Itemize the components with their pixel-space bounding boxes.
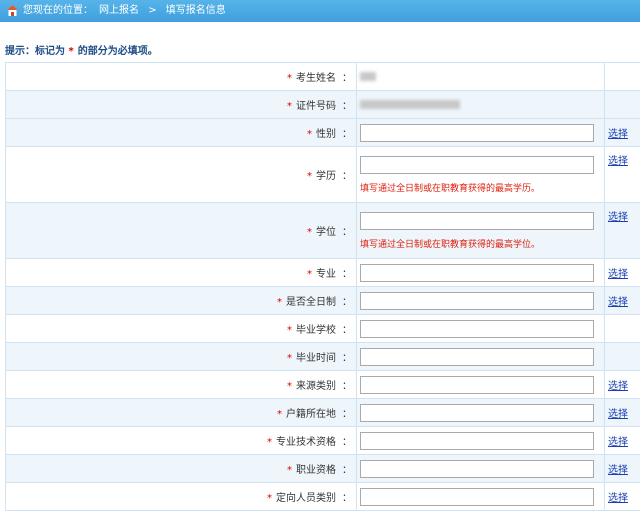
- row-education: * 学历 ： 填写通过全日制或在职教育获得的最高学历。 选择: [6, 147, 640, 203]
- field-label-name: 考生姓名: [296, 73, 336, 84]
- location-bar: 您现在的位置： 网上报名 > 填写报名信息: [0, 0, 640, 22]
- row-degree: * 学位 ： 填写通过全日制或在职教育获得的最高学位。 选择: [6, 203, 640, 259]
- tech-title-choose-link[interactable]: 选择: [608, 437, 628, 448]
- gender-choose-link[interactable]: 选择: [608, 129, 628, 140]
- vocational-input[interactable]: [360, 460, 594, 478]
- row-id-number: * 证件号码 ：: [6, 91, 640, 119]
- row-school: * 毕业学校 ：: [6, 315, 640, 343]
- full-time-choose-link[interactable]: 选择: [608, 297, 628, 308]
- field-label-major: 专业: [316, 269, 336, 280]
- breadcrumb-prefix: 您现在的位置：: [23, 5, 93, 16]
- field-label-source: 来源类别: [296, 381, 336, 392]
- breadcrumb-level2: 填写报名信息: [166, 5, 226, 16]
- grad-time-input[interactable]: [360, 348, 594, 366]
- required-mark: *: [277, 297, 282, 308]
- value-cell: [357, 91, 605, 119]
- hint-star: *: [68, 46, 73, 57]
- home-icon: [6, 4, 19, 17]
- source-choose-link[interactable]: 选择: [608, 381, 628, 392]
- colon: ：: [342, 353, 352, 364]
- value-cell: [357, 63, 605, 91]
- colon: ：: [342, 409, 352, 420]
- targeted-choose-link[interactable]: 选择: [608, 493, 628, 504]
- education-input[interactable]: [360, 156, 594, 174]
- row-major: * 专业 ： 选择: [6, 259, 640, 287]
- row-household: * 户籍所在地 ： 选择: [6, 399, 640, 427]
- education-note: 填写通过全日制或在职教育获得的最高学历。: [360, 181, 604, 194]
- household-choose-link[interactable]: 选择: [608, 409, 628, 420]
- row-full-time: * 是否全日制 ： 选择: [6, 287, 640, 315]
- required-mark: *: [277, 409, 282, 420]
- colon: ：: [342, 73, 352, 84]
- colon: ：: [342, 465, 352, 476]
- field-label-tech-title: 专业技术资格: [276, 437, 336, 448]
- targeted-input[interactable]: [360, 488, 594, 506]
- colon: ：: [342, 437, 352, 448]
- gender-input[interactable]: [360, 124, 594, 142]
- colon: ：: [342, 325, 352, 336]
- required-mark: *: [307, 129, 312, 140]
- required-mark: *: [287, 73, 292, 84]
- major-choose-link[interactable]: 选择: [608, 269, 628, 280]
- registration-form: * 考生姓名 ： * 证件号码 ： * 性别 ： 选择 * 学历 ： 填写通过全日制或在职教育获…: [5, 62, 640, 511]
- major-input[interactable]: [360, 264, 594, 282]
- breadcrumb-level1[interactable]: 网上报名: [99, 5, 139, 16]
- field-label-full-time: 是否全日制: [286, 297, 336, 308]
- required-mark: *: [287, 325, 292, 336]
- required-mark: *: [307, 269, 312, 280]
- required-hint: 提示：标记为 * 的部分为必填项。: [5, 42, 158, 57]
- colon: ：: [342, 171, 352, 182]
- row-gender: * 性别 ： 选择: [6, 119, 640, 147]
- school-input[interactable]: [360, 320, 594, 338]
- field-label-gender: 性别: [316, 129, 336, 140]
- field-label-id-number: 证件号码: [296, 101, 336, 112]
- colon: ：: [342, 227, 352, 238]
- required-mark: *: [307, 227, 312, 238]
- field-label-education: 学历: [316, 171, 336, 182]
- household-input[interactable]: [360, 404, 594, 422]
- required-mark: *: [287, 353, 292, 364]
- degree-input[interactable]: [360, 212, 594, 230]
- field-label-degree: 学位: [316, 227, 336, 238]
- field-label-household: 户籍所在地: [286, 409, 336, 420]
- colon: ：: [342, 101, 352, 112]
- breadcrumb-separator: >: [148, 5, 156, 16]
- field-label-school: 毕业学校: [296, 325, 336, 336]
- source-input[interactable]: [360, 376, 594, 394]
- required-mark: *: [267, 493, 272, 504]
- colon: ：: [342, 129, 352, 140]
- row-vocational: * 职业资格 ： 选择: [6, 455, 640, 483]
- label-cell: * 证件号码 ：: [6, 91, 357, 119]
- colon: ：: [342, 297, 352, 308]
- field-label-grad-time: 毕业时间: [296, 353, 336, 364]
- field-label-vocational: 职业资格: [296, 465, 336, 476]
- education-choose-link[interactable]: 选择: [608, 156, 628, 167]
- hint-text-before: 提示：标记为: [5, 46, 65, 57]
- label-cell: * 考生姓名 ：: [6, 63, 357, 91]
- vocational-choose-link[interactable]: 选择: [608, 465, 628, 476]
- breadcrumb: 您现在的位置： 网上报名 > 填写报名信息: [23, 5, 232, 17]
- degree-choose-link[interactable]: 选择: [608, 212, 628, 223]
- tech-title-input[interactable]: [360, 432, 594, 450]
- colon: ：: [342, 493, 352, 504]
- redacted-name: [360, 72, 376, 81]
- hint-text-after: 的部分为必填项。: [78, 46, 158, 57]
- required-mark: *: [307, 171, 312, 182]
- field-label-targeted: 定向人员类别: [276, 493, 336, 504]
- full-time-input[interactable]: [360, 292, 594, 310]
- row-tech-title: * 专业技术资格 ： 选择: [6, 427, 640, 455]
- redacted-id-number: [360, 100, 460, 109]
- colon: ：: [342, 269, 352, 280]
- row-source: * 来源类别 ： 选择: [6, 371, 640, 399]
- degree-note: 填写通过全日制或在职教育获得的最高学位。: [360, 237, 604, 250]
- row-grad-time: * 毕业时间 ：: [6, 343, 640, 371]
- row-targeted: * 定向人员类别 ： 选择: [6, 483, 640, 511]
- required-mark: *: [287, 381, 292, 392]
- row-name: * 考生姓名 ：: [6, 63, 640, 91]
- required-mark: *: [287, 465, 292, 476]
- required-mark: *: [267, 437, 272, 448]
- required-mark: *: [287, 101, 292, 112]
- colon: ：: [342, 381, 352, 392]
